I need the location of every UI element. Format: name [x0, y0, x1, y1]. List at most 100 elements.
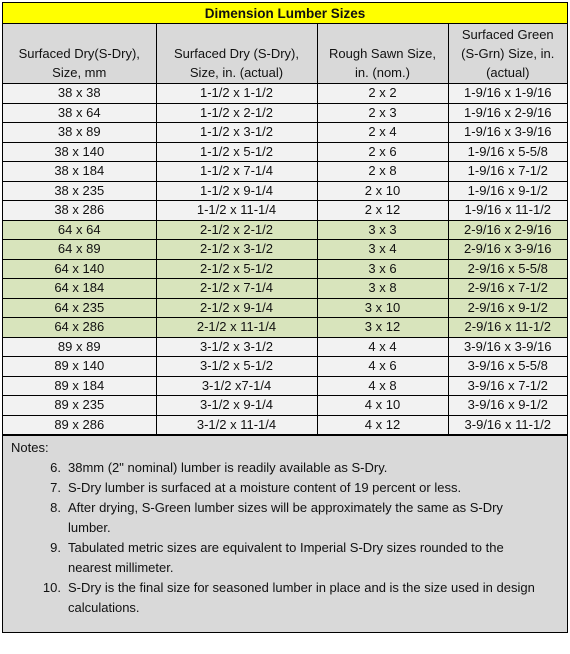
cell-rough-sawn: 3 x 3 [316, 219, 449, 240]
table-row: 89 x 286 3-1/2 x 11-1/4 4 x 12 3-9/16 x 11-… [3, 414, 568, 435]
cell-sdry-mm: 38 x 140 [3, 141, 157, 162]
cell-sgrn: 3-9/16 x 7-1/2 [447, 375, 568, 396]
cell-sdry-mm: 64 x 64 [3, 219, 157, 240]
cell-sgrn: 3-9/16 x 9-1/2 [447, 395, 568, 416]
cell-sdry-mm: 38 x 184 [3, 161, 157, 182]
title-row: Dimension Lumber Sizes [3, 3, 568, 24]
cell-sdry-mm: 38 x 89 [3, 122, 157, 143]
cell-sdry-mm: 38 x 38 [3, 83, 157, 104]
table-row: 89 x 89 3-1/2 x 3-1/2 4 x 4 3-9/16 x 3-9/16 [3, 336, 568, 357]
cell-sdry-mm: 89 x 89 [3, 336, 157, 357]
note-text: After drying, S-Green lumber sizes will … [68, 500, 503, 535]
notes-section: Notes: 6. 38mm (2" nominal) lumber is rea… [3, 435, 567, 632]
table-row: 64 x 235 2-1/2 x 9-1/4 3 x 10 2-9/16 x 9-1/… [3, 297, 568, 318]
cell-sdry-in: 3-1/2 x7-1/4 [155, 375, 318, 396]
cell-sgrn: 1-9/16 x 7-1/2 [447, 161, 568, 182]
cell-sdry-mm: 64 x 89 [3, 239, 157, 260]
cell-rough-sawn: 2 x 10 [316, 180, 449, 201]
cell-rough-sawn: 4 x 10 [316, 395, 449, 416]
cell-sdry-in: 1-1/2 x 1-1/2 [155, 83, 318, 104]
note-item: 8. After drying, S-Green lumber sizes wil… [11, 498, 567, 538]
header-line: Rough Sawn Size, [329, 46, 436, 61]
cell-sgrn: 2-9/16 x 5-5/8 [447, 258, 568, 279]
cell-sdry-mm: 89 x 140 [3, 356, 157, 377]
cell-sdry-in: 2-1/2 x 3-1/2 [155, 239, 318, 260]
lumber-size-table: Dimension Lumber Sizes Surfaced Dry(S-Dr… [3, 3, 568, 435]
cell-sgrn: 3-9/16 x 3-9/16 [447, 336, 568, 357]
notes-list: 6. 38mm (2" nominal) lumber is readily av… [11, 458, 567, 618]
cell-sdry-mm: 64 x 286 [3, 317, 157, 338]
cell-sgrn: 1-9/16 x 11-1/2 [447, 200, 568, 221]
cell-sdry-mm: 64 x 235 [3, 297, 157, 318]
cell-sdry-in: 1-1/2 x 2-1/2 [155, 102, 318, 123]
cell-rough-sawn: 4 x 4 [316, 336, 449, 357]
table-row: 64 x 89 2-1/2 x 3-1/2 3 x 4 2-9/16 x 3-9/16 [3, 239, 568, 260]
cell-sdry-in: 2-1/2 x 9-1/4 [155, 297, 318, 318]
cell-rough-sawn: 3 x 6 [316, 258, 449, 279]
cell-sdry-mm: 38 x 286 [3, 200, 157, 221]
cell-rough-sawn: 2 x 2 [316, 83, 449, 104]
cell-sdry-in: 1-1/2 x 3-1/2 [155, 122, 318, 143]
note-text: S-Dry lumber is surfaced at a moisture c… [68, 480, 462, 495]
note-item: 10. S-Dry is the final size for seasoned … [11, 578, 567, 618]
note-text: Tabulated metric sizes are equivalent to… [68, 540, 504, 575]
cell-rough-sawn: 2 x 6 [316, 141, 449, 162]
cell-sdry-in: 1-1/2 x 7-1/4 [155, 161, 318, 182]
column-header-sdry-mm: Surfaced Dry(S-Dry), Size, mm [3, 23, 157, 84]
notes-label: Notes: [11, 440, 49, 455]
cell-sdry-in: 1-1/2 x 5-1/2 [155, 141, 318, 162]
cell-rough-sawn: 2 x 12 [316, 200, 449, 221]
cell-sgrn: 3-9/16 x 5-5/8 [447, 356, 568, 377]
note-number: 8. [50, 500, 61, 515]
note-number: 9. [50, 540, 61, 555]
cell-sdry-in: 2-1/2 x 2-1/2 [155, 219, 318, 240]
column-header-sdry-in: Surfaced Dry (S-Dry), Size, in. (actual) [155, 23, 318, 84]
note-number: 7. [50, 480, 61, 495]
note-text: S-Dry is the final size for seasoned lum… [68, 580, 535, 615]
note-item: 7. S-Dry lumber is surfaced at a moisture… [11, 478, 567, 498]
cell-sgrn: 1-9/16 x 1-9/16 [447, 83, 568, 104]
table-row: 38 x 286 1-1/2 x 11-1/4 2 x 12 1-9/16 x 11-… [3, 200, 568, 221]
table-row: 64 x 184 2-1/2 x 7-1/4 3 x 8 2-9/16 x 7-1/2 [3, 278, 568, 299]
cell-rough-sawn: 3 x 12 [316, 317, 449, 338]
cell-rough-sawn: 4 x 8 [316, 375, 449, 396]
note-item: 9. Tabulated metric sizes are equivalent … [11, 538, 567, 578]
cell-rough-sawn: 2 x 3 [316, 102, 449, 123]
note-text: 38mm (2" nominal) lumber is readily avai… [68, 460, 388, 475]
header-line: Surfaced Green [461, 27, 554, 42]
header-line: (S-Grn) Size, in. [461, 46, 555, 61]
cell-sgrn: 3-9/16 x 11-1/2 [447, 414, 568, 435]
cell-rough-sawn: 3 x 4 [316, 239, 449, 260]
cell-sgrn: 2-9/16 x 3-9/16 [447, 239, 568, 260]
cell-sdry-in: 1-1/2 x 9-1/4 [155, 180, 318, 201]
cell-sdry-mm: 89 x 235 [3, 395, 157, 416]
column-header-rough-sawn: Rough Sawn Size, in. (nom.) [316, 23, 449, 84]
header-line: Size, mm [52, 65, 107, 80]
cell-sdry-mm: 64 x 140 [3, 258, 157, 279]
table-body: 38 x 38 1-1/2 x 1-1/2 2 x 2 1-9/16 x 1-9/16… [3, 83, 568, 435]
cell-sgrn: 1-9/16 x 3-9/16 [447, 122, 568, 143]
cell-sdry-in: 1-1/2 x 11-1/4 [155, 200, 318, 221]
cell-sdry-in: 3-1/2 x 5-1/2 [155, 356, 318, 377]
cell-sdry-mm: 64 x 184 [3, 278, 157, 299]
cell-rough-sawn: 4 x 6 [316, 356, 449, 377]
header-row: Surfaced Dry(S-Dry), Size, mm Surfaced D… [3, 23, 568, 84]
cell-sgrn: 1-9/16 x 2-9/16 [447, 102, 568, 123]
note-item: 6. 38mm (2" nominal) lumber is readily av… [11, 458, 567, 478]
table-row: 64 x 286 2-1/2 x 11-1/4 3 x 12 2-9/16 x 11-… [3, 317, 568, 338]
table-title: Dimension Lumber Sizes [3, 3, 568, 24]
cell-rough-sawn: 3 x 10 [316, 297, 449, 318]
cell-sdry-mm: 89 x 184 [3, 375, 157, 396]
table-row: 38 x 89 1-1/2 x 3-1/2 2 x 4 1-9/16 x 3-9/16 [3, 122, 568, 143]
cell-sgrn: 2-9/16 x 11-1/2 [447, 317, 568, 338]
cell-sdry-in: 2-1/2 x 7-1/4 [155, 278, 318, 299]
header-line: Size, in. (actual) [189, 65, 284, 80]
cell-sgrn: 2-9/16 x 7-1/2 [447, 278, 568, 299]
cell-sdry-mm: 38 x 64 [3, 102, 157, 123]
table-row: 38 x 38 1-1/2 x 1-1/2 2 x 2 1-9/16 x 1-9/16 [3, 83, 568, 104]
cell-sdry-mm: 38 x 235 [3, 180, 157, 201]
table-row: 64 x 64 2-1/2 x 2-1/2 3 x 3 2-9/16 x 2-9/16 [3, 219, 568, 240]
column-header-sgrn: Surfaced Green (S-Grn) Size, in. (actual… [447, 23, 568, 84]
cell-sgrn: 1-9/16 x 5-5/8 [447, 141, 568, 162]
cell-sdry-in: 2-1/2 x 5-1/2 [155, 258, 318, 279]
